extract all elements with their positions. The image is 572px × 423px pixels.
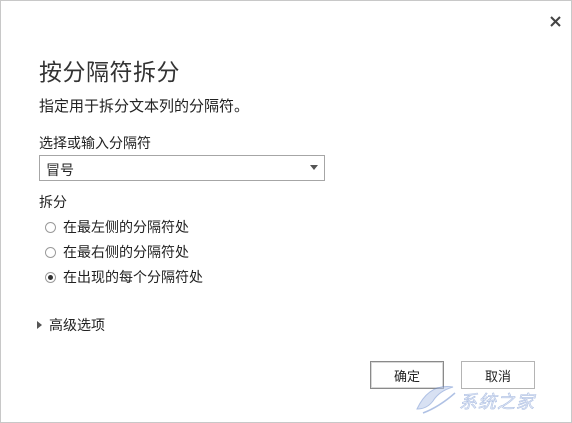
radio-each-delimiter[interactable]: 在出现的每个分隔符处 (45, 267, 203, 287)
radio-label: 在最右侧的分隔符处 (63, 245, 189, 261)
radio-label: 在最左侧的分隔符处 (63, 220, 189, 236)
split-by-delimiter-dialog: 按分隔符拆分 指定用于拆分文本列的分隔符。 选择或输入分隔符 冒号 拆分 在最左… (0, 0, 572, 423)
split-label: 拆分 (39, 195, 67, 211)
delimiter-select[interactable]: 冒号 (39, 155, 325, 181)
radio-button-icon[interactable] (45, 246, 56, 258)
watermark-logo-icon (416, 385, 456, 414)
delimiter-select-value: 冒号 (46, 163, 74, 179)
chevron-down-icon (310, 165, 318, 170)
radio-rightmost-delimiter[interactable]: 在最右侧的分隔符处 (45, 242, 189, 262)
radio-label: 在出现的每个分隔符处 (63, 270, 203, 286)
radio-button-selected-icon[interactable] (45, 271, 56, 283)
watermark-text: 系统之家 (459, 392, 535, 414)
dialog-title: 按分隔符拆分 (39, 60, 180, 86)
radio-leftmost-delimiter[interactable]: 在最左侧的分隔符处 (45, 217, 189, 237)
advanced-options-label: 高级选项 (49, 318, 105, 334)
dialog-description: 指定用于拆分文本列的分隔符。 (39, 97, 250, 115)
chevron-right-icon (37, 321, 42, 329)
close-icon (549, 15, 561, 27)
close-button[interactable] (545, 11, 565, 31)
delimiter-label: 选择或输入分隔符 (39, 136, 151, 152)
watermark: 系统之家 (409, 379, 565, 419)
advanced-options-toggle[interactable]: 高级选项 (37, 315, 105, 335)
radio-button-icon[interactable] (45, 221, 56, 233)
